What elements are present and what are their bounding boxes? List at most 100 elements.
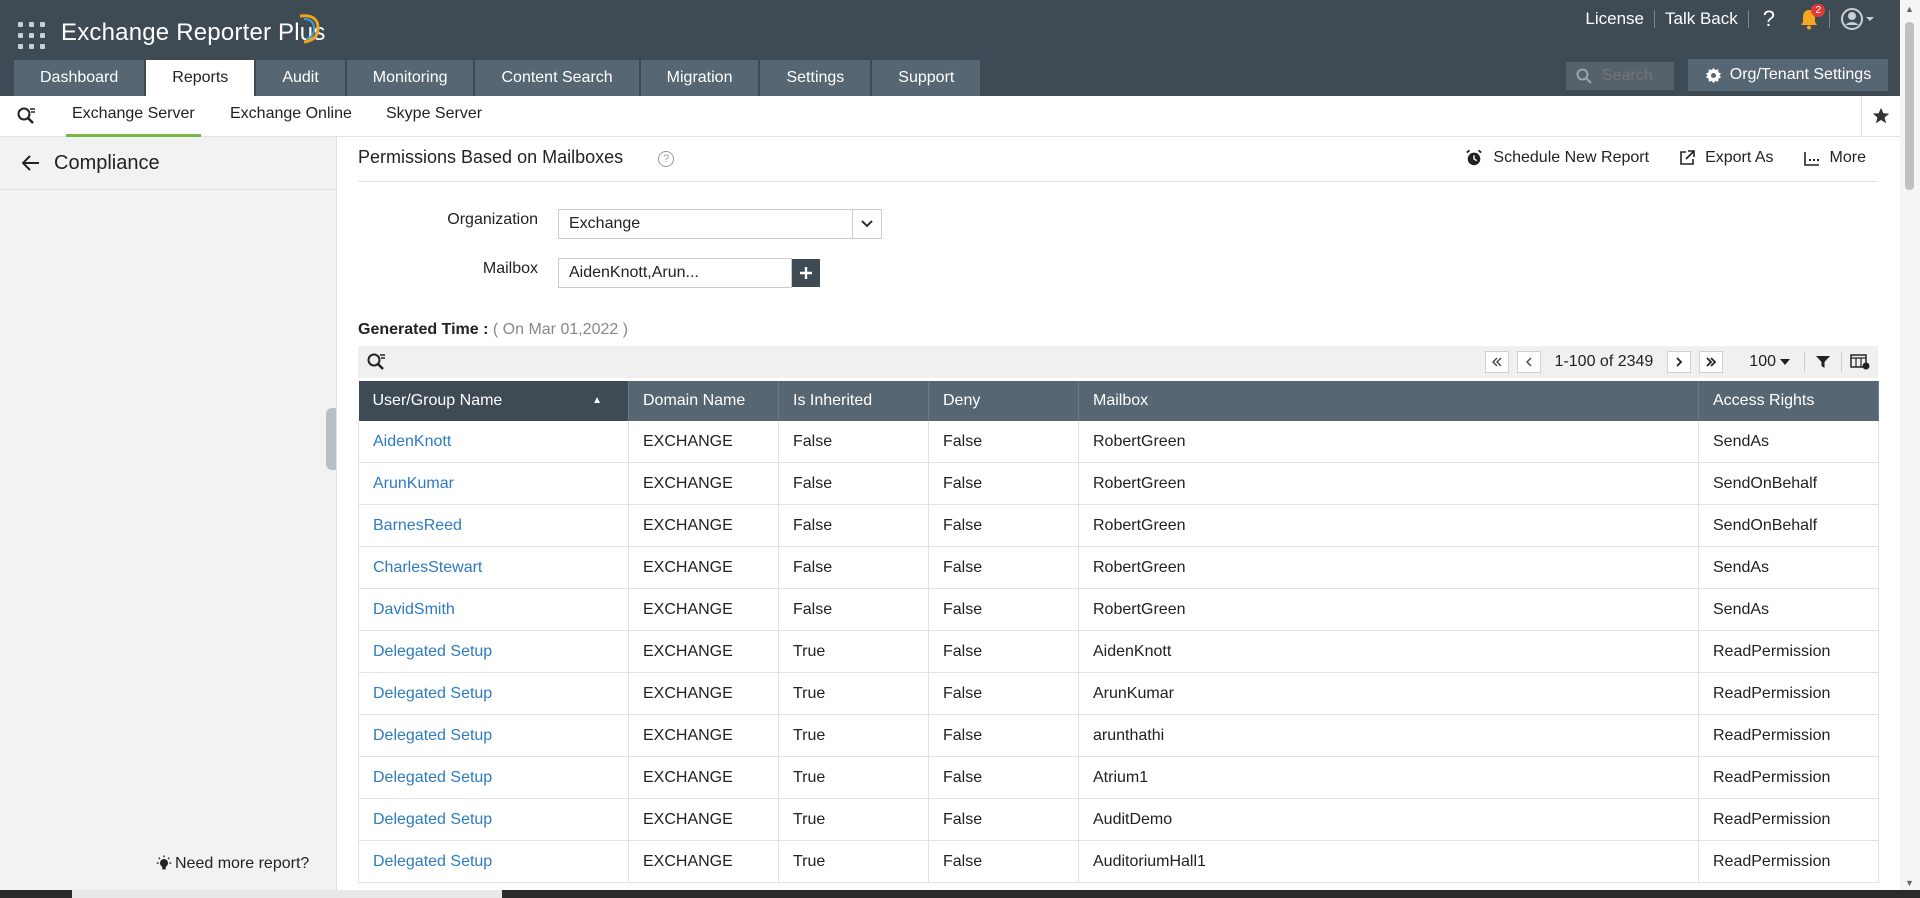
is-inherited-cell: True (778, 714, 929, 757)
subtab-exchange-server[interactable]: Exchange Server (66, 96, 201, 137)
tab-audit[interactable]: Audit (256, 60, 345, 96)
help-icon[interactable]: ? (658, 151, 674, 167)
alarm-clock-icon (1466, 149, 1483, 166)
tab-support[interactable]: Support (872, 60, 981, 96)
sort-ascending-icon: ▲ (592, 395, 602, 406)
favorite-star-icon[interactable] (1861, 96, 1900, 136)
user-group-link[interactable]: Delegated Setup (373, 769, 492, 786)
caret-down-icon (1780, 359, 1790, 365)
subtab-exchange-online[interactable]: Exchange Online (230, 96, 352, 134)
table-row: AidenKnott EXCHANGE False False RobertGreen S… (358, 421, 1879, 463)
is-inherited-cell: False (778, 588, 929, 631)
scrollbar-thumb[interactable] (1905, 22, 1914, 190)
search-icon (1576, 68, 1592, 84)
user-group-link[interactable]: Delegated Setup (373, 643, 492, 660)
user-group-name-cell: Delegated Setup (358, 840, 629, 883)
access-rights-cell: SendAs (1698, 421, 1879, 463)
deny-cell: False (928, 672, 1079, 715)
talk-back-link[interactable]: Talk Back (1655, 9, 1748, 29)
scroll-up-icon[interactable]: ▲ (1905, 4, 1914, 14)
next-page-icon[interactable] (1667, 351, 1692, 373)
sidebar-collapse-handle[interactable] (326, 408, 336, 470)
is-inherited-cell: False (778, 546, 929, 589)
user-group-name-cell: Delegated Setup (358, 630, 629, 673)
mailbox-field[interactable]: AidenKnott,Arun... (558, 258, 792, 288)
scroll-down-icon[interactable]: ▼ (1905, 878, 1914, 888)
add-mailbox-button[interactable] (792, 259, 820, 287)
user-group-link[interactable]: AidenKnott (373, 433, 451, 450)
tab-content-search[interactable]: Content Search (475, 60, 639, 96)
page-size-value: 100 (1749, 353, 1776, 370)
deny-cell: False (928, 546, 1079, 589)
column-header-is-inherited[interactable]: Is Inherited (778, 381, 929, 421)
user-group-link[interactable]: Delegated Setup (373, 811, 492, 828)
deny-cell: False (928, 630, 1079, 673)
app-grid-icon[interactable] (18, 22, 46, 50)
tab-monitoring[interactable]: Monitoring (346, 60, 474, 96)
user-group-name-cell: ArunKumar (358, 462, 629, 505)
top-links: License Talk Back ? 2 (1575, 0, 1886, 38)
access-rights-cell: SendAs (1698, 588, 1879, 631)
export-as-button[interactable]: Export As (1679, 149, 1774, 167)
table-row: Delegated Setup EXCHANGE True False AuditDem… (358, 798, 1879, 841)
notification-bell-icon[interactable]: 2 (1789, 4, 1829, 30)
table-search-icon[interactable] (366, 352, 386, 372)
user-avatar-icon[interactable] (1830, 7, 1886, 31)
user-group-link[interactable]: Delegated Setup (373, 853, 492, 870)
domain-name-cell: EXCHANGE (628, 421, 779, 463)
organization-select[interactable]: Exchange (558, 209, 882, 239)
more-button[interactable]: More (1803, 149, 1866, 167)
search-input[interactable] (1600, 66, 1668, 86)
mailbox-cell: arunthathi (1078, 714, 1699, 757)
permissions-table: User/Group Name ▲ Domain Name Is Inherite… (358, 381, 1879, 883)
user-group-link[interactable]: Delegated Setup (373, 685, 492, 702)
need-more-report-link[interactable]: Need more report? (155, 855, 309, 873)
org-tenant-settings-label: Org/Tenant Settings (1729, 66, 1872, 83)
user-group-link[interactable]: DavidSmith (373, 601, 455, 618)
sidebar-section-title: Compliance (54, 151, 160, 174)
help-icon[interactable]: ? (1749, 6, 1789, 32)
vertical-scrollbar[interactable]: ▲ ▼ (1900, 0, 1920, 898)
pagination: 1-100 of 2349 100 (1481, 346, 1878, 378)
user-group-link[interactable]: Delegated Setup (373, 727, 492, 744)
tab-dashboard[interactable]: Dashboard (14, 60, 145, 96)
tab-reports[interactable]: Reports (146, 60, 255, 96)
user-group-link[interactable]: ArunKumar (373, 475, 454, 492)
first-page-icon[interactable] (1484, 351, 1509, 373)
table-row: Delegated Setup EXCHANGE True False arunthat… (358, 714, 1879, 757)
user-group-link[interactable]: CharlesStewart (373, 559, 482, 576)
column-header-deny[interactable]: Deny (928, 381, 1079, 421)
page-size-select[interactable]: 100 (1749, 353, 1790, 371)
chevron-down-icon (852, 210, 881, 238)
org-tenant-settings-button[interactable]: Org/Tenant Settings (1688, 59, 1888, 91)
user-group-link[interactable]: BarnesReed (373, 517, 462, 534)
license-link[interactable]: License (1575, 9, 1654, 29)
column-header-mailbox[interactable]: Mailbox (1078, 381, 1699, 421)
search-filter-icon[interactable] (16, 106, 36, 126)
table-body: AidenKnott EXCHANGE False False RobertGreen S… (358, 421, 1879, 883)
table-toolbar: 1-100 of 2349 100 (358, 346, 1878, 378)
table-row: Delegated Setup EXCHANGE True False ArunKuma… (358, 672, 1879, 715)
access-rights-cell: ReadPermission (1698, 840, 1879, 883)
lightbulb-icon (156, 855, 172, 870)
last-page-icon[interactable] (1699, 351, 1724, 373)
column-settings-icon[interactable] (1842, 354, 1878, 370)
column-header-user-group-name[interactable]: User/Group Name ▲ (358, 381, 629, 421)
column-header-domain-name[interactable]: Domain Name (628, 381, 779, 421)
column-header-access-rights[interactable]: Access Rights (1698, 381, 1879, 421)
is-inherited-cell: True (778, 756, 929, 799)
previous-page-icon[interactable] (1516, 351, 1541, 373)
deny-cell: False (928, 756, 1079, 799)
tab-settings[interactable]: Settings (760, 60, 871, 96)
tab-migration[interactable]: Migration (640, 60, 759, 96)
export-icon (1680, 150, 1695, 165)
table-row: Delegated Setup EXCHANGE True False Auditori… (358, 840, 1879, 883)
filter-icon[interactable] (1805, 355, 1841, 369)
user-group-name-cell: BarnesReed (358, 504, 629, 547)
back-arrow-icon[interactable] (22, 155, 40, 171)
global-search[interactable] (1566, 62, 1674, 90)
subtab-skype-server[interactable]: Skype Server (386, 96, 482, 134)
domain-name-cell: EXCHANGE (628, 756, 779, 799)
sidebar-header: Compliance (0, 137, 336, 190)
schedule-new-report-button[interactable]: Schedule New Report (1465, 149, 1649, 167)
